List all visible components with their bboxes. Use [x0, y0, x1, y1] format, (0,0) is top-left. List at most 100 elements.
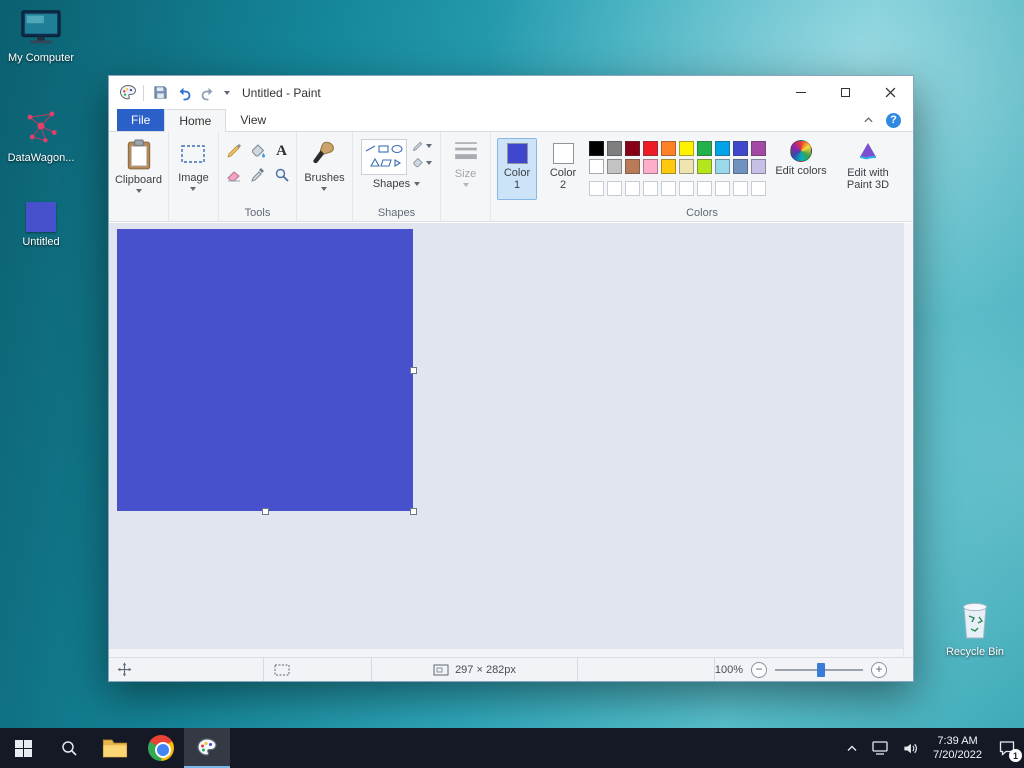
taskbar-clock[interactable]: 7:39 AM 7/20/2022: [925, 728, 990, 768]
palette-color-swatch[interactable]: [625, 159, 640, 174]
palette-color-swatch[interactable]: [751, 181, 766, 196]
canvas-area[interactable]: [109, 223, 913, 657]
desktop-icon-recycle-bin[interactable]: Recycle Bin: [936, 596, 1014, 658]
palette-color-swatch[interactable]: [661, 159, 676, 174]
palette-color-swatch[interactable]: [625, 141, 640, 156]
select-button[interactable]: Image: [172, 137, 215, 193]
palette-color-swatch[interactable]: [661, 181, 676, 196]
palette-color-swatch[interactable]: [733, 159, 748, 174]
palette-color-swatch[interactable]: [715, 181, 730, 196]
palette-color-swatch[interactable]: [607, 141, 622, 156]
palette-color-swatch[interactable]: [733, 181, 748, 196]
tray-network-button[interactable]: [865, 728, 895, 768]
color2-button[interactable]: Color 2: [543, 138, 583, 200]
desktop-icon-my-computer[interactable]: My Computer: [2, 8, 80, 64]
palette-color-swatch[interactable]: [715, 159, 730, 174]
dropdown-caret-icon: [321, 187, 328, 191]
palette-color-swatch[interactable]: [679, 141, 694, 156]
taskbar-file-explorer-button[interactable]: [92, 728, 138, 768]
recycle-bin-icon: [963, 602, 987, 639]
divider: [143, 84, 144, 101]
pencil-tool-button[interactable]: [223, 140, 245, 162]
eraser-tool-button[interactable]: [223, 164, 245, 186]
fill-tool-button[interactable]: [247, 140, 269, 162]
color-picker-tool-button[interactable]: [247, 164, 269, 186]
desktop-icon-datawagon[interactable]: DataWagon...: [2, 104, 80, 164]
color2-label: Color: [549, 167, 577, 179]
qat-customize-dropdown-icon[interactable]: [224, 90, 230, 95]
canvas-resize-handle-bottom[interactable]: [262, 508, 269, 515]
color1-swatch: [506, 143, 528, 164]
undo-button[interactable]: [173, 82, 195, 104]
size-button[interactable]: Size: [447, 137, 485, 189]
close-button[interactable]: [868, 76, 913, 109]
action-center-button[interactable]: 1: [990, 728, 1024, 768]
tab-view[interactable]: View: [226, 109, 280, 131]
tray-show-hidden-icons-button[interactable]: [839, 728, 865, 768]
tab-home[interactable]: Home: [164, 109, 227, 132]
palette-color-swatch[interactable]: [589, 141, 604, 156]
tray-volume-button[interactable]: [895, 728, 925, 768]
desktop-icon-label: Untitled: [22, 236, 60, 248]
shapes-caption[interactable]: Shapes: [373, 178, 421, 190]
taskbar-paint-button[interactable]: [184, 728, 230, 768]
text-tool-button[interactable]: A: [271, 140, 293, 162]
palette-color-swatch[interactable]: [643, 141, 658, 156]
magnifier-tool-button[interactable]: [271, 164, 293, 186]
help-icon[interactable]: ?: [886, 112, 901, 128]
palette-color-swatch[interactable]: [697, 181, 712, 196]
palette-color-swatch[interactable]: [607, 181, 622, 196]
paste-button[interactable]: Clipboard: [109, 137, 168, 195]
brushes-button[interactable]: Brushes: [298, 137, 350, 193]
palette-color-swatch[interactable]: [733, 141, 748, 156]
palette-color-swatch[interactable]: [643, 181, 658, 196]
palette-color-swatch[interactable]: [679, 181, 694, 196]
redo-button[interactable]: [197, 82, 219, 104]
color2-label-number: 2: [559, 179, 567, 191]
paint-canvas[interactable]: [117, 229, 413, 511]
canvas-resize-handle-corner[interactable]: [410, 508, 417, 515]
zoom-out-button[interactable]: −: [751, 661, 767, 678]
edit-colors-button[interactable]: Edit colors: [772, 138, 830, 177]
canvas-resize-handle-right[interactable]: [410, 367, 417, 374]
palette-color-swatch[interactable]: [625, 181, 640, 196]
minimize-ribbon-icon[interactable]: [863, 116, 874, 124]
palette-color-swatch[interactable]: [589, 159, 604, 174]
palette-color-swatch[interactable]: [715, 141, 730, 156]
edit-with-paint3d-button[interactable]: Edit with Paint 3D: [836, 138, 900, 191]
shape-fill-button[interactable]: [411, 156, 433, 170]
brushes-group: Brushes: [297, 132, 353, 221]
zoom-slider-thumb[interactable]: [817, 662, 825, 677]
taskbar-chrome-button[interactable]: [138, 728, 184, 768]
palette-color-swatch[interactable]: [679, 159, 694, 174]
horizontal-scrollbar[interactable]: [109, 648, 903, 657]
taskbar-search-button[interactable]: [46, 728, 92, 768]
shapes-icon: [365, 144, 403, 167]
palette-color-swatch[interactable]: [643, 159, 658, 174]
maximize-button[interactable]: [823, 76, 868, 109]
save-button[interactable]: [149, 82, 171, 104]
palette-color-swatch[interactable]: [607, 159, 622, 174]
colors-group-label: Colors: [686, 207, 718, 219]
palette-color-swatch[interactable]: [751, 141, 766, 156]
palette-color-swatch[interactable]: [697, 159, 712, 174]
palette-color-swatch[interactable]: [589, 181, 604, 196]
desktop-icon-untitled[interactable]: Untitled: [2, 202, 80, 248]
tab-file[interactable]: File: [117, 109, 165, 131]
redo-icon: [201, 87, 213, 100]
selection-size-section: [264, 658, 372, 681]
color2-swatch: [552, 143, 574, 164]
zoom-slider[interactable]: [775, 662, 863, 677]
zoom-in-button[interactable]: +: [871, 661, 887, 678]
shapes-gallery[interactable]: [360, 139, 407, 175]
start-button[interactable]: [0, 728, 46, 768]
edit-with-paint3d-label: Edit with Paint 3D: [846, 167, 890, 191]
palette-color-swatch[interactable]: [751, 159, 766, 174]
vertical-scrollbar[interactable]: [903, 223, 913, 657]
shape-outline-button[interactable]: [411, 139, 433, 153]
minimize-button[interactable]: [778, 76, 823, 109]
palette-color-swatch[interactable]: [661, 141, 676, 156]
dropdown-caret-icon: [425, 144, 432, 148]
color1-button[interactable]: Color 1: [497, 138, 537, 200]
palette-color-swatch[interactable]: [697, 141, 712, 156]
